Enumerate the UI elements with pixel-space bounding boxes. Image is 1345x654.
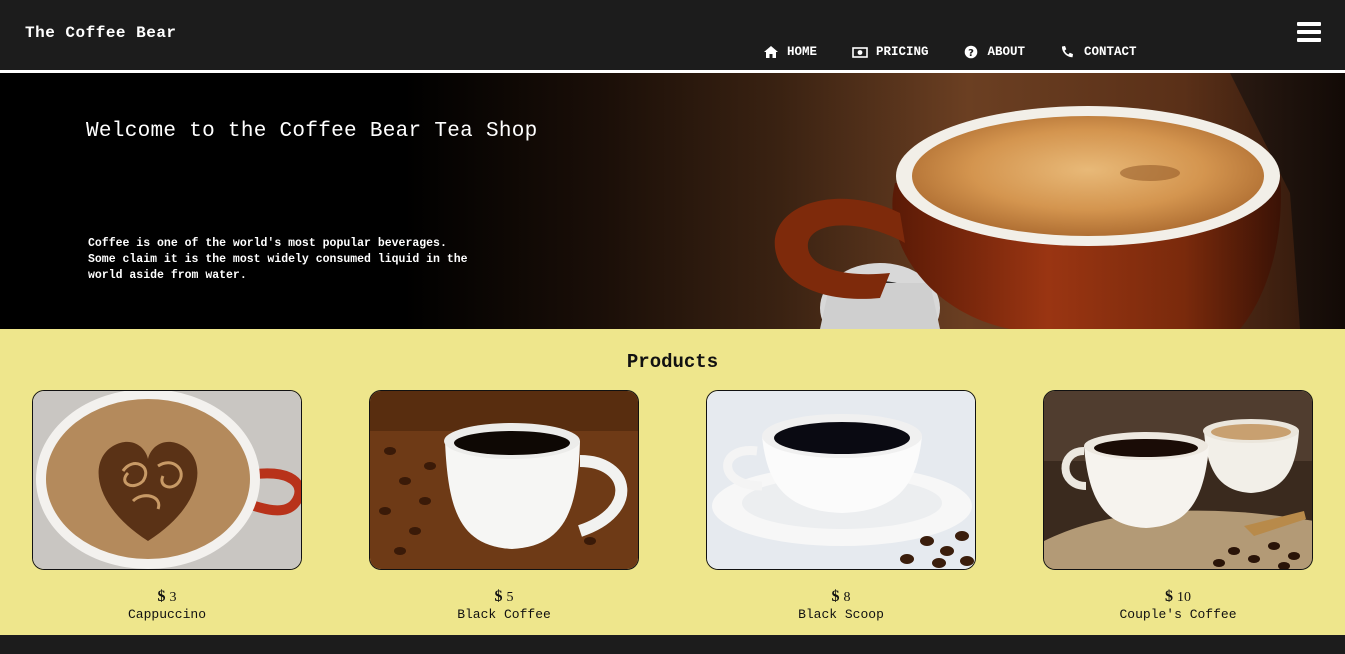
hamburger-menu-icon[interactable]: [1297, 22, 1321, 44]
home-icon: [764, 46, 778, 58]
brand-logo-text[interactable]: The Coffee Bear: [25, 24, 177, 42]
phone-icon: [1062, 46, 1074, 58]
hero-coffee-cup-image: [774, 73, 1345, 329]
money-icon: [852, 47, 868, 58]
nav-item-about[interactable]: ? ABOUT: [964, 44, 1026, 60]
products-section: Products $3 Cappuccino $ 5 Black Coffee …: [0, 329, 1345, 635]
product-card: $3 Cappuccino: [32, 390, 302, 622]
svg-text:?: ?: [968, 48, 974, 59]
nav-item-home[interactable]: HOME: [763, 44, 817, 60]
product-name[interactable]: Black Coffee: [369, 607, 639, 622]
nav-item-label: PRICING: [876, 45, 929, 59]
product-card: $8 Black Scoop: [706, 390, 976, 622]
product-card: $5 Black Coffee: [369, 390, 639, 622]
product-image-couples-coffee[interactable]: [1043, 390, 1313, 570]
nav-item-label: ABOUT: [987, 45, 1026, 59]
footer: [0, 635, 1345, 654]
product-price: $8: [831, 588, 851, 605]
product-image-cappuccino[interactable]: [32, 390, 302, 570]
nav-item-label: HOME: [787, 45, 818, 59]
product-name[interactable]: Black Scoop: [706, 607, 976, 622]
nav-item-contact[interactable]: CONTACT: [1060, 44, 1137, 60]
hero-title: Welcome to the Coffee Bear Tea Shop: [86, 120, 538, 143]
question-circle-icon: ?: [964, 45, 977, 59]
nav-item-label: CONTACT: [1084, 45, 1137, 59]
product-price: $10: [1165, 588, 1191, 605]
product-price: $5: [494, 588, 514, 605]
product-price: $3: [157, 588, 177, 605]
product-name[interactable]: Cappuccino: [32, 607, 302, 622]
product-card: $10 Couple's Coffee: [1043, 390, 1313, 622]
nav-links: HOME PRICING ? ABOUT CONTACT: [763, 44, 1172, 60]
products-heading: Products: [626, 351, 719, 373]
product-image-black-scoop[interactable]: [706, 390, 976, 570]
nav-item-pricing[interactable]: PRICING: [852, 44, 929, 60]
product-image-black-coffee[interactable]: [369, 390, 639, 570]
navbar: The Coffee Bear HOME PRICING ? ABOUT CON…: [0, 0, 1345, 71]
hero-banner: Welcome to the Coffee Bear Tea Shop Coff…: [0, 73, 1345, 329]
product-name[interactable]: Couple's Coffee: [1043, 607, 1313, 622]
hero-description: Coffee is one of the world's most popula…: [88, 237, 468, 282]
